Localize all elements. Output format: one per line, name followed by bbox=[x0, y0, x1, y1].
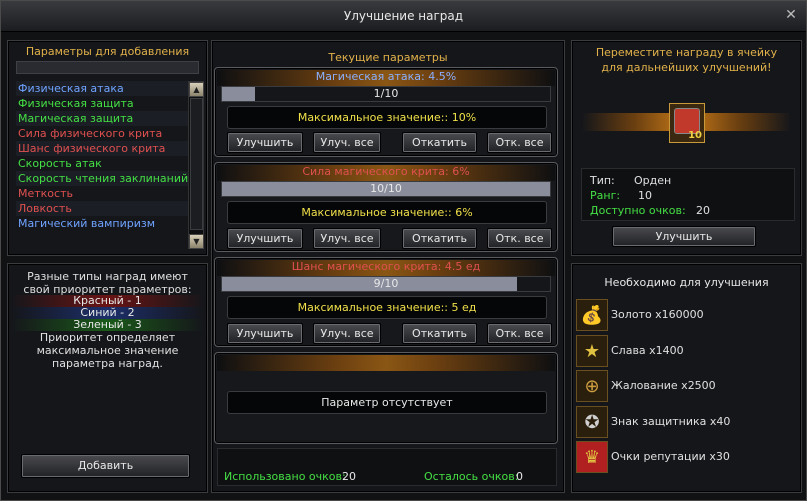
gold-coins-icon: 💰 bbox=[576, 299, 608, 331]
slot-2-progress: 10/10 bbox=[221, 181, 551, 197]
slot-2-progress-text: 10/10 bbox=[370, 182, 402, 195]
used-points-value: 20 bbox=[342, 470, 356, 483]
scroll-up-icon[interactable]: ▲ bbox=[189, 82, 204, 97]
priority-info-5: параметра наград. bbox=[52, 357, 163, 370]
param-list-item[interactable]: Скорость атак bbox=[16, 156, 194, 171]
rank-label: Ранг: bbox=[590, 189, 621, 202]
defender-badge-icon: ✪ bbox=[576, 406, 608, 438]
reward-panel: Переместите награду в ячейку для дальней… bbox=[571, 40, 802, 256]
slot-2-rollback-all-button[interactable]: Отк. все bbox=[487, 228, 552, 249]
req-gold: 💰 Золото x160000 bbox=[576, 299, 796, 333]
title-bar[interactable]: Улучшение наград ✕ bbox=[1, 1, 806, 32]
remaining-points-value: 0 bbox=[516, 470, 523, 483]
param-list-item[interactable]: Физическая защита bbox=[16, 96, 194, 111]
reputation-crown-icon: ♛ bbox=[576, 441, 608, 473]
priority-info-1: Разные типы наград имеют bbox=[27, 270, 188, 283]
req-defender-text: Знак защитника x40 bbox=[611, 415, 731, 428]
param-list-item[interactable]: Скорость чтения заклинаний bbox=[16, 171, 194, 186]
params-scrollbar[interactable]: ▲ ▼ bbox=[188, 81, 204, 249]
slot-1-upgrade-all-button[interactable]: Улуч. все bbox=[313, 132, 381, 153]
param-list-item[interactable]: Ловкость bbox=[16, 201, 194, 216]
reward-hint-2: для дальнейших улучшений! bbox=[601, 61, 772, 74]
glory-star-icon: ★ bbox=[576, 335, 608, 367]
used-points-label: Использовано очков: bbox=[224, 470, 346, 483]
reward-level: 10 bbox=[688, 130, 702, 141]
slot-1-progress-text: 1/10 bbox=[373, 87, 399, 100]
priority-green-label: Зеленый - 3 bbox=[73, 318, 142, 331]
requirements-header: Необходимо для улучшения bbox=[604, 276, 769, 289]
req-salary: ⊕ Жалование x2500 bbox=[576, 370, 796, 404]
priority-info-4: максимальное значение bbox=[36, 344, 179, 357]
scroll-down-icon[interactable]: ▼ bbox=[189, 234, 204, 249]
slot-2-rollback-button[interactable]: Откатить bbox=[402, 228, 477, 249]
slot-3-upgrade-button[interactable]: Улучшить bbox=[227, 323, 303, 344]
reward-upgrade-button[interactable]: Улучшить bbox=[612, 226, 756, 247]
slot-3-max-value: Максимальное значение:: 5 ед bbox=[227, 296, 547, 319]
current-params-header: Текущие параметры bbox=[328, 51, 448, 64]
slot-3-rollback-all-button[interactable]: Отк. все bbox=[487, 323, 552, 344]
req-defender: ✪ Знак защитника x40 bbox=[576, 406, 796, 440]
slot-1-upgrade-button[interactable]: Улучшить bbox=[227, 132, 303, 153]
param-list-item[interactable]: Магическая защита bbox=[16, 111, 194, 126]
param-list-item[interactable]: Шанс физического крита bbox=[16, 141, 194, 156]
slot-1-name: Магическая атака: 4.5% bbox=[315, 70, 457, 83]
req-glory-text: Слава x1400 bbox=[611, 344, 684, 357]
param-slot-1: Магическая атака: 4.5% 1/10 Максимальное… bbox=[214, 67, 558, 157]
priority-info-3: Приоритет определяет bbox=[39, 331, 176, 344]
window-title: Улучшение наград bbox=[343, 9, 464, 23]
close-icon[interactable]: ✕ bbox=[782, 6, 800, 24]
req-reputation: ♛ Очки репутации x30 bbox=[576, 441, 796, 475]
points-label: Доступно очков: bbox=[590, 204, 686, 217]
params-header-underline bbox=[16, 61, 199, 74]
param-list-item[interactable]: Магический вампиризм bbox=[16, 216, 194, 231]
empty-slot-text: Параметр отсутствует bbox=[227, 391, 547, 414]
priority-panel: Разные типы наград имеют свой приоритет … bbox=[7, 263, 208, 493]
points-value: 20 bbox=[696, 204, 710, 217]
param-list-item[interactable]: Меткость bbox=[16, 186, 194, 201]
reward-hint-1: Переместите награду в ячейку bbox=[595, 46, 778, 59]
slot-1-max-value: Максимальное значение:: 10% bbox=[227, 106, 547, 129]
priority-green: Зеленый - 3 bbox=[11, 319, 204, 331]
slot-4-header bbox=[217, 355, 555, 371]
slot-3-name: Шанс магического крита: 4.5 ед bbox=[291, 260, 481, 273]
slot-2-max-value: Максимальное значение:: 6% bbox=[227, 201, 547, 224]
param-slot-3: Шанс магического крита: 4.5 ед 9/10 Макс… bbox=[214, 257, 558, 347]
slot-1-rollback-all-button[interactable]: Отк. все bbox=[487, 132, 552, 153]
req-reputation-text: Очки репутации x30 bbox=[611, 450, 730, 463]
param-slot-empty: Параметр отсутствует bbox=[214, 352, 558, 444]
add-button[interactable]: Добавить bbox=[21, 454, 190, 478]
reward-slot[interactable]: 10 bbox=[669, 103, 705, 143]
param-list-item[interactable]: Физическая атака bbox=[16, 81, 194, 96]
slot-3-progress: 9/10 bbox=[221, 276, 551, 292]
slot-3-rollback-button[interactable]: Откатить bbox=[402, 323, 477, 344]
slot-1-rollback-button[interactable]: Откатить bbox=[402, 132, 477, 153]
params-list: Физическая атака Физическая защита Магичес… bbox=[8, 81, 207, 231]
req-glory: ★ Слава x1400 bbox=[576, 335, 796, 369]
type-value: Орден bbox=[634, 174, 672, 187]
slot-2-upgrade-all-button[interactable]: Улуч. все bbox=[313, 228, 381, 249]
rank-value: 10 bbox=[638, 189, 652, 202]
slot-3-progress-text: 9/10 bbox=[373, 277, 399, 290]
param-slot-2: Сила магического крита: 6% 10/10 Максима… bbox=[214, 162, 558, 252]
type-label: Тип: bbox=[590, 174, 615, 187]
remaining-points-label: Осталось очков: bbox=[424, 470, 519, 483]
req-gold-text: Золото x160000 bbox=[611, 308, 704, 321]
salary-coin-icon: ⊕ bbox=[576, 370, 608, 402]
slot-2-name: Сила магического крита: 6% bbox=[302, 165, 470, 178]
scroll-thumb[interactable] bbox=[190, 98, 203, 230]
params-panel: Параметры для добавления Физическая атак… bbox=[7, 40, 208, 256]
upgrade-window: Улучшение наград ✕ Параметры для добавле… bbox=[0, 0, 807, 501]
slot-2-upgrade-button[interactable]: Улучшить bbox=[227, 228, 303, 249]
params-header: Параметры для добавления bbox=[25, 45, 190, 58]
slot-1-progress: 1/10 bbox=[221, 86, 551, 102]
slot-3-upgrade-all-button[interactable]: Улуч. все bbox=[313, 323, 381, 344]
points-footer: Использовано очков: 20 Осталось очков: 0 bbox=[217, 448, 557, 486]
param-list-item[interactable]: Сила физического крита bbox=[16, 126, 194, 141]
req-salary-text: Жалование x2500 bbox=[611, 379, 716, 392]
reward-info: Тип: Орден Ранг: 10 Доступно очков: 20 bbox=[581, 168, 795, 221]
